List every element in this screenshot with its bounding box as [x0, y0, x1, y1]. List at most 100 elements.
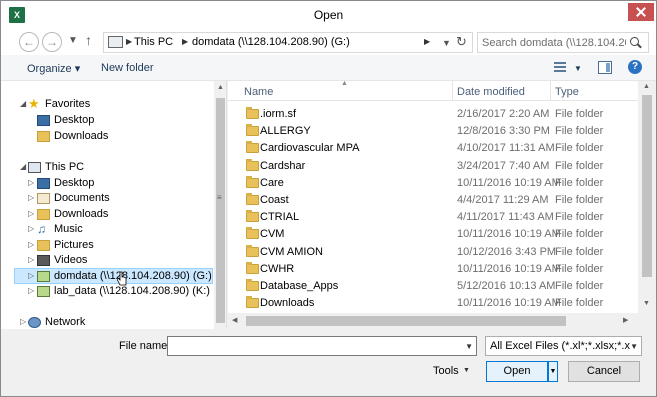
navigation-pane-scrollbar[interactable]: ▲ ≡: [214, 81, 226, 329]
scroll-up-arrow-icon[interactable]: ▲: [643, 83, 650, 90]
file-row[interactable]: CTRIAL 4/11/2017 11:43 AM File folder: [228, 209, 638, 226]
file-name-label: File name:: [119, 340, 171, 352]
change-view-icon[interactable]: [554, 62, 566, 73]
file-list-horizontal-scrollbar[interactable]: ◀ ▶: [228, 313, 638, 329]
collapse-arrow-icon[interactable]: ◢: [20, 99, 26, 108]
column-divider[interactable]: [452, 81, 453, 101]
file-row[interactable]: CWHR 10/11/2016 10:19 AM File folder: [228, 261, 638, 278]
expand-arrow-icon[interactable]: ▷: [28, 193, 34, 202]
tools-button[interactable]: Tools: [433, 365, 459, 377]
file-row[interactable]: Database_Apps 5/12/2016 10:13 AM File fold…: [228, 278, 638, 295]
help-icon[interactable]: ?: [628, 60, 642, 74]
folder-icon: [246, 210, 259, 223]
expand-arrow-icon[interactable]: ▷: [28, 178, 34, 187]
tree-item-domdata-drive[interactable]: ▷ domdata (\\128.104.208.90) (G:): [14, 268, 213, 284]
expand-arrow-icon[interactable]: ▷: [28, 209, 34, 218]
file-row[interactable]: CVM 10/11/2016 10:19 AM File folder: [228, 226, 638, 243]
file-name-field[interactable]: ▼: [167, 336, 477, 356]
breadcrumb-domdata[interactable]: domdata (\\128.104.208.90) (G:): [192, 36, 350, 48]
tree-label: domdata (\\128.104.208.90) (G:): [54, 270, 212, 282]
folder-icon: [246, 141, 259, 154]
file-row[interactable]: Coast 4/4/2017 11:29 AM File folder: [228, 192, 638, 209]
column-header-date-modified[interactable]: Date modified: [457, 86, 525, 98]
file-row[interactable]: .iorm.sf 2/16/2017 2:20 AM File folder: [228, 106, 638, 123]
search-box[interactable]: [477, 32, 649, 53]
file-name: Cardshar: [260, 159, 306, 172]
expand-arrow-icon[interactable]: ▷: [28, 240, 34, 249]
cancel-button[interactable]: Cancel: [568, 361, 640, 382]
view-menu-arrow-icon[interactable]: ▼: [574, 64, 582, 73]
file-row[interactable]: Downloads 10/11/2016 10:19 AM File folder: [228, 295, 638, 312]
scroll-down-arrow-icon[interactable]: ▼: [643, 300, 650, 307]
up-arrow-icon[interactable]: ↑: [85, 32, 92, 48]
column-divider[interactable]: [550, 81, 551, 101]
expand-arrow-icon[interactable]: ▷: [28, 271, 34, 280]
expand-arrow-icon[interactable]: ▷: [28, 286, 34, 295]
tree-item-desktop[interactable]: ▷ Desktop: [1, 176, 211, 192]
file-row[interactable]: CVM AMION 10/12/2016 3:43 PM File folder: [228, 244, 638, 261]
breadcrumb-this-pc[interactable]: This PC: [134, 36, 173, 48]
file-name: ALLERGY: [260, 125, 311, 138]
forward-button[interactable]: →: [42, 32, 62, 52]
chevron-down-icon[interactable]: ▼: [630, 342, 638, 351]
tree-item-music[interactable]: ▷ ♫ Music: [1, 222, 211, 238]
chevron-right-icon[interactable]: ▶: [126, 37, 132, 46]
tree-item-this-pc[interactable]: ◢ This PC: [1, 160, 211, 176]
scroll-up-arrow-icon[interactable]: ▲: [217, 84, 224, 91]
videos-icon: [37, 255, 50, 266]
chevron-right-icon[interactable]: ▶: [424, 37, 430, 46]
scrollbar-thumb[interactable]: [642, 95, 652, 277]
address-dropdown-icon[interactable]: ▼: [442, 38, 451, 48]
file-row[interactable]: ALLERGY 12/8/2016 3:30 PM File folder: [228, 123, 638, 140]
scrollbar-thumb[interactable]: [216, 98, 225, 323]
tree-item-documents[interactable]: ▷ Documents: [1, 191, 211, 207]
file-row[interactable]: Cardiovascular MPA 4/10/2017 11:31 AM File…: [228, 140, 638, 157]
file-row[interactable]: Cardshar 3/24/2017 7:40 AM File folder: [228, 158, 638, 175]
chevron-down-icon[interactable]: ▼: [465, 342, 473, 351]
pictures-icon: [37, 240, 50, 251]
tree-label: Pictures: [54, 239, 94, 251]
search-input[interactable]: [482, 35, 626, 50]
tree-item-network[interactable]: ▷ Network: [1, 315, 211, 329]
collapse-arrow-icon[interactable]: ◢: [20, 162, 26, 171]
scroll-left-arrow-icon[interactable]: ◀: [232, 316, 237, 324]
tree-item-videos[interactable]: ▷ Videos: [1, 253, 211, 269]
dialog-title: Open: [313, 8, 344, 22]
organize-button[interactable]: Organize ▾: [27, 62, 80, 75]
desktop-icon: [37, 178, 50, 189]
chevron-right-icon[interactable]: ▶: [182, 37, 188, 46]
search-icon[interactable]: [630, 37, 639, 46]
file-list-vertical-scrollbar[interactable]: ▲ ▼: [638, 81, 656, 329]
tree-item-pictures[interactable]: ▷ Pictures: [1, 238, 211, 254]
scroll-right-arrow-icon[interactable]: ▶: [623, 316, 628, 324]
scrollbar-thumb[interactable]: [246, 316, 566, 326]
tree-item-downloads[interactable]: ▷ Downloads: [1, 207, 211, 223]
tree-label: Documents: [54, 192, 110, 204]
expand-arrow-icon[interactable]: ▷: [20, 317, 26, 326]
file-type: File folder: [555, 125, 604, 138]
file-row[interactable]: Care 10/11/2016 10:19 AM File folder: [228, 175, 638, 192]
tree-item-lab-data-drive[interactable]: ▷ lab_data (\\128.104.208.90) (K:): [1, 284, 211, 300]
open-button[interactable]: Open: [486, 361, 548, 382]
file-name: CVM: [260, 228, 285, 241]
address-bar[interactable]: ▶ This PC ▶ domdata (\\128.104.208.90) (…: [103, 32, 473, 53]
file-type: File folder: [555, 280, 604, 292]
open-options-dropdown-icon[interactable]: ▼: [548, 361, 558, 382]
tree-item-downloads[interactable]: Downloads: [1, 129, 211, 145]
new-folder-button[interactable]: New folder: [101, 62, 154, 74]
tools-dropdown-icon[interactable]: ▼: [463, 367, 470, 374]
close-button[interactable]: [628, 3, 654, 21]
tree-item-desktop[interactable]: Desktop: [1, 113, 211, 129]
file-date-modified: 4/10/2017 11:31 AM: [457, 142, 555, 155]
refresh-icon[interactable]: ↻: [456, 34, 467, 50]
column-header-name[interactable]: Name: [244, 86, 273, 98]
expand-arrow-icon[interactable]: ▷: [28, 224, 34, 233]
expand-arrow-icon[interactable]: ▷: [28, 255, 34, 264]
recent-locations-icon[interactable]: ▼: [68, 35, 78, 46]
preview-pane-icon[interactable]: [598, 61, 612, 74]
command-bar: Organize ▾ New folder ▼ ?: [1, 55, 656, 81]
column-header-type[interactable]: Type: [555, 86, 579, 98]
file-type-filter[interactable]: All Excel Files (*.xl*;*.xlsx;*.xlsm; ▼: [485, 336, 642, 356]
back-button[interactable]: ←: [19, 32, 39, 52]
tree-item-favorites[interactable]: ◢ ★ Favorites: [1, 96, 211, 113]
